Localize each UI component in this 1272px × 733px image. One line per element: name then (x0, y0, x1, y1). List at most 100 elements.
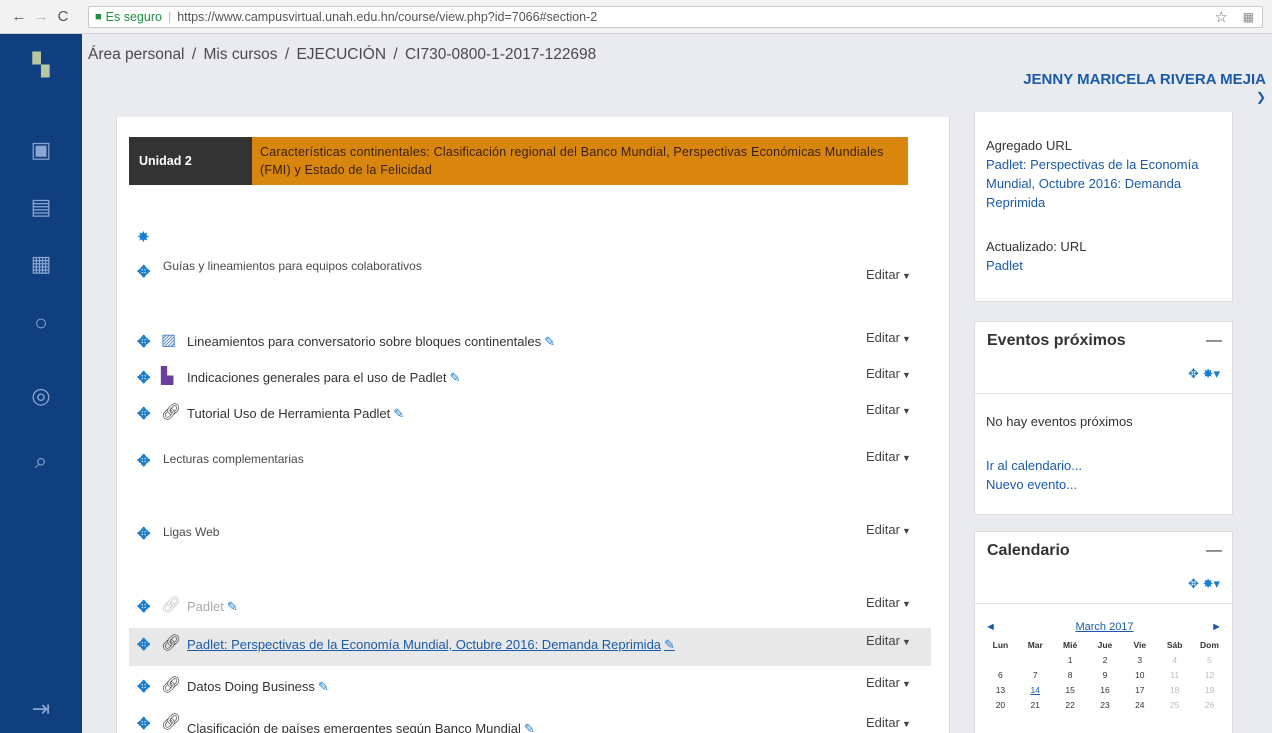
edit-menu-button[interactable]: Editar ▼ (866, 595, 911, 610)
calendar-day[interactable]: 18 (1157, 685, 1192, 700)
calendar-day[interactable]: 8 (1053, 670, 1088, 685)
edit-menu-button[interactable]: Editar ▼ (866, 402, 911, 417)
goto-calendar-link[interactable]: Ir al calendario... (986, 456, 1082, 475)
calendar-day[interactable]: 13 (983, 685, 1018, 700)
activity-link[interactable]: Padlet ✎ (187, 599, 238, 615)
edit-menu-button[interactable]: Editar ▼ (866, 715, 911, 730)
breadcrumb-item-category[interactable]: EJECUCIÓN (296, 46, 386, 63)
activity-title: Tutorial Uso de Herramienta Padlet (187, 406, 391, 421)
new-event-link[interactable]: Nuevo evento... (986, 475, 1077, 494)
edit-menu-button[interactable]: Editar ▼ (866, 330, 911, 345)
move-icon[interactable]: ✥ (137, 635, 150, 655)
calendar-day[interactable]: 22 (1053, 700, 1088, 715)
messages-icon[interactable]: ○ (0, 310, 82, 336)
calendar-day[interactable]: 20 (983, 700, 1018, 715)
activity-link[interactable]: Lineamientos para conversatorio sobre bl… (187, 334, 555, 350)
pencil-icon[interactable]: ✎ (449, 370, 460, 385)
breadcrumb-item-course[interactable]: CI730-0800-1-2017-122698 (405, 46, 596, 63)
calendar-day[interactable]: 5 (1192, 655, 1227, 670)
pencil-icon[interactable]: ✎ (664, 637, 675, 652)
calendar-day[interactable]: 2 (1088, 655, 1123, 670)
courses-icon[interactable]: ▣ (0, 137, 82, 163)
move-icon[interactable]: ✥ (137, 714, 150, 733)
forward-icon[interactable]: → (30, 8, 52, 25)
user-menu-name[interactable]: JENNY MARICELA RIVERA MEJIA (1023, 71, 1266, 88)
edit-menu-button[interactable]: Editar ▼ (866, 267, 911, 282)
pencil-icon[interactable]: ✎ (393, 406, 404, 421)
edit-menu-button[interactable]: Editar ▼ (866, 633, 911, 648)
extension-icon[interactable]: ▦ (1243, 10, 1254, 24)
activity-link[interactable]: Datos Doing Business ✎ (187, 679, 329, 695)
move-icon[interactable]: ✥ (137, 524, 150, 544)
calendar-day[interactable]: 7 (1018, 670, 1053, 685)
pencil-icon[interactable]: ✎ (544, 334, 555, 349)
edit-menu-button[interactable]: Editar ▼ (866, 675, 911, 690)
move-icon[interactable]: ✥ (137, 332, 150, 352)
site-logo-icon[interactable]: ▚ (0, 52, 82, 78)
next-month-icon[interactable]: ► (1211, 621, 1222, 633)
browser-toolbar: ← → C ■ Es seguro | https://www.campusvi… (0, 0, 1272, 34)
calendar-day[interactable]: 6 (983, 670, 1018, 685)
logout-icon[interactable]: ⇥ (0, 696, 82, 722)
calendar-day[interactable]: 24 (1122, 700, 1157, 715)
calendar-day[interactable]: 10 (1122, 670, 1157, 685)
calendar-weekday: Mié (1063, 640, 1078, 650)
breadcrumb-item-personal-area[interactable]: Área personal (88, 46, 185, 63)
chevron-down-icon[interactable]: ❯ (1256, 90, 1266, 104)
gear-icon[interactable]: ✸ (137, 228, 150, 246)
calendar-day[interactable]: 25 (1157, 700, 1192, 715)
move-icon[interactable]: ✥ (1188, 366, 1199, 381)
calendar-day[interactable]: 26 (1192, 700, 1227, 715)
calendar-month-link[interactable]: March 2017 (975, 621, 1234, 633)
calendar-day[interactable]: 11 (1157, 670, 1192, 685)
edit-menu-button[interactable]: Editar ▼ (866, 522, 911, 537)
calendar-day (983, 655, 1018, 670)
gear-icon[interactable]: ✸ (1203, 366, 1214, 381)
calendar-icon[interactable]: ▦ (0, 251, 82, 277)
calendar-day[interactable]: 15 (1053, 685, 1088, 700)
pencil-icon[interactable]: ✎ (318, 679, 329, 694)
calendar-day[interactable]: 1 (1053, 655, 1088, 670)
search-icon[interactable]: ⌕ (0, 448, 82, 474)
breadcrumb-separator: / (284, 46, 290, 63)
move-icon[interactable]: ✥ (137, 262, 150, 282)
move-icon[interactable]: ✥ (137, 597, 150, 617)
breadcrumb-item-my-courses[interactable]: Mis cursos (203, 46, 277, 63)
activity-link[interactable]: Tutorial Uso de Herramienta Padlet ✎ (187, 406, 404, 422)
bookmark-star-icon[interactable]: ☆ (1215, 8, 1228, 26)
calendar-day[interactable]: 21 (1018, 700, 1053, 715)
move-icon[interactable]: ✥ (137, 451, 150, 471)
pencil-icon[interactable]: ✎ (227, 599, 238, 614)
calendar-day[interactable]: 9 (1088, 670, 1123, 685)
calendar-day[interactable]: 14 (1018, 685, 1053, 700)
gear-icon[interactable]: ✸ (1203, 576, 1214, 591)
block-controls[interactable]: ✥ ✸▾ (1188, 576, 1220, 592)
activity-link[interactable]: Padlet: Perspectivas de la Economía Mund… (187, 637, 675, 653)
edit-menu-button[interactable]: Editar ▼ (866, 366, 911, 381)
collapse-icon[interactable]: — (1206, 542, 1222, 560)
move-icon[interactable]: ✥ (137, 368, 150, 388)
move-icon[interactable]: ✥ (137, 677, 150, 697)
calendar-day[interactable]: 4 (1157, 655, 1192, 670)
block-controls[interactable]: ✥ ✸▾ (1188, 366, 1220, 382)
reload-icon[interactable]: C (52, 8, 74, 25)
edit-menu-button[interactable]: Editar ▼ (866, 449, 911, 464)
calendar-day[interactable]: 19 (1192, 685, 1227, 700)
recent-updated-link[interactable]: Padlet (986, 256, 1023, 275)
badges-icon[interactable]: ◎ (0, 383, 82, 409)
address-bar[interactable]: ■ Es seguro | https://www.campusvirtual.… (88, 6, 1263, 28)
calendar-day[interactable]: 23 (1088, 700, 1123, 715)
move-icon[interactable]: ✥ (137, 404, 150, 424)
calendar-day[interactable]: 17 (1122, 685, 1157, 700)
calendar-day[interactable]: 16 (1088, 685, 1123, 700)
pencil-icon[interactable]: ✎ (524, 721, 535, 733)
calendar-day[interactable]: 12 (1192, 670, 1227, 685)
collapse-icon[interactable]: — (1206, 332, 1222, 350)
move-icon[interactable]: ✥ (1188, 576, 1199, 591)
activity-link[interactable]: Indicaciones generales para el uso de Pa… (187, 370, 460, 386)
activity-link[interactable]: Clasificación de países emergentes según… (187, 721, 535, 733)
recent-added-link[interactable]: Padlet: Perspectivas de la Economía Mund… (986, 155, 1221, 212)
calendar-day[interactable]: 3 (1122, 655, 1157, 670)
grades-icon[interactable]: ▤ (0, 194, 82, 220)
back-icon[interactable]: ← (8, 8, 30, 25)
